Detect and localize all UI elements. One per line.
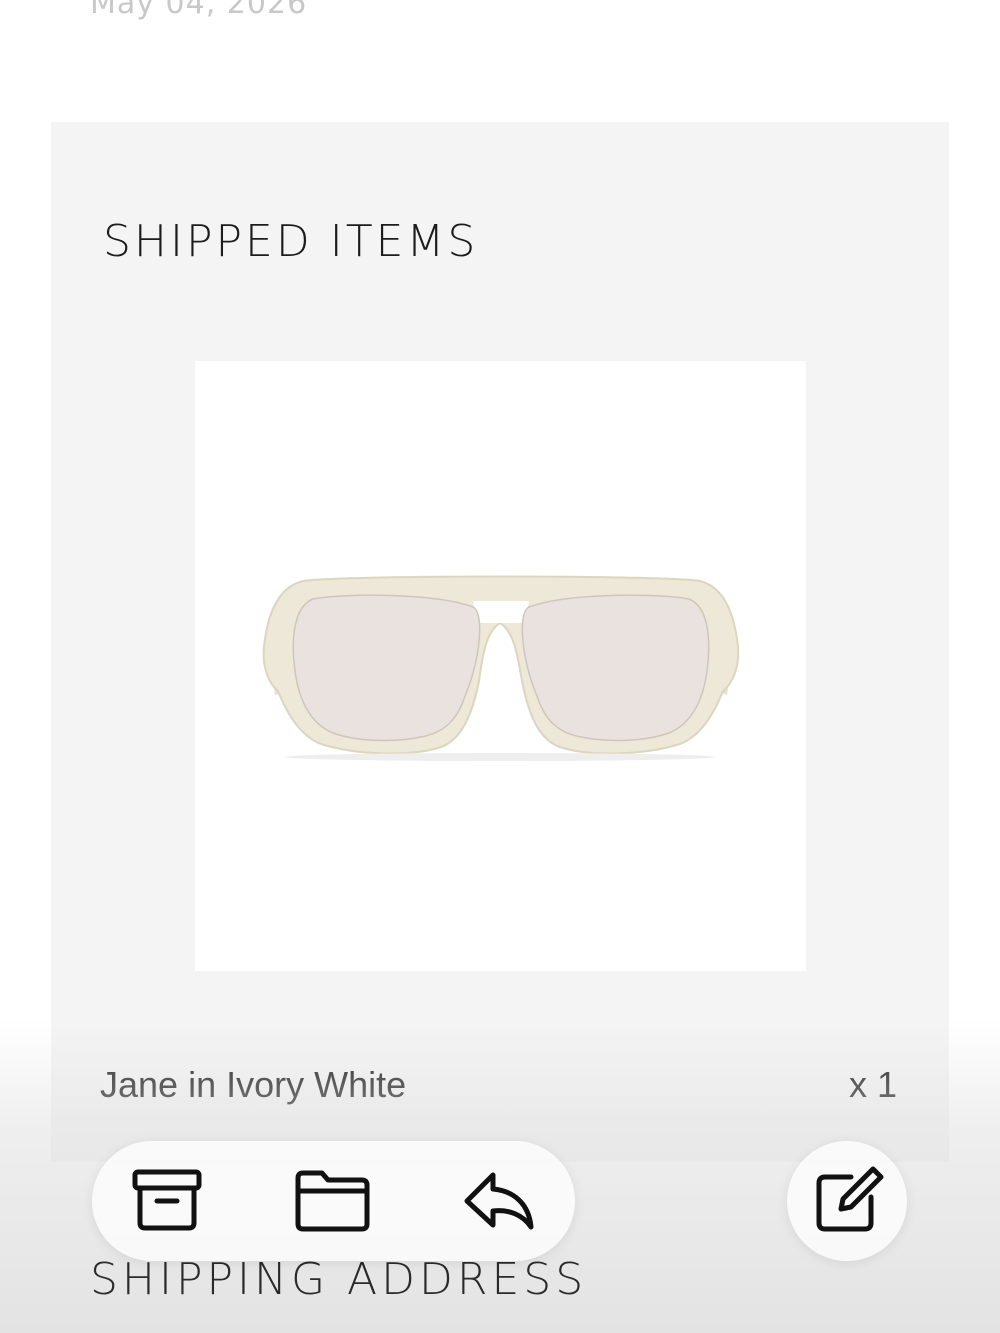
email-view: May 04, 2026 SHIPPED ITEMS Jane in Ivory… [0,0,1000,1333]
item-quantity: x 1 [848,1064,897,1105]
compose-button[interactable] [787,1141,907,1261]
product-image[interactable] [195,361,806,971]
reply-icon [464,1172,534,1230]
folder-icon [295,1170,370,1232]
mail-toolbar [92,1141,575,1261]
order-date: May 04, 2026 [90,0,308,21]
item-name: Jane in Ivory White [100,1064,407,1105]
sunglasses-image [262,575,740,761]
shipped-items-title: SHIPPED ITEMS [103,216,479,267]
archive-button[interactable] [127,1161,207,1241]
shipped-items-card: SHIPPED ITEMS Jane in Ivory White x 1 [51,122,949,1162]
reply-button[interactable] [457,1161,537,1241]
shipping-address-title: SHIPPING ADDRESS [90,1254,588,1305]
move-to-folder-button[interactable] [292,1161,372,1241]
compose-icon [816,1166,884,1232]
archive-icon [132,1169,202,1231]
